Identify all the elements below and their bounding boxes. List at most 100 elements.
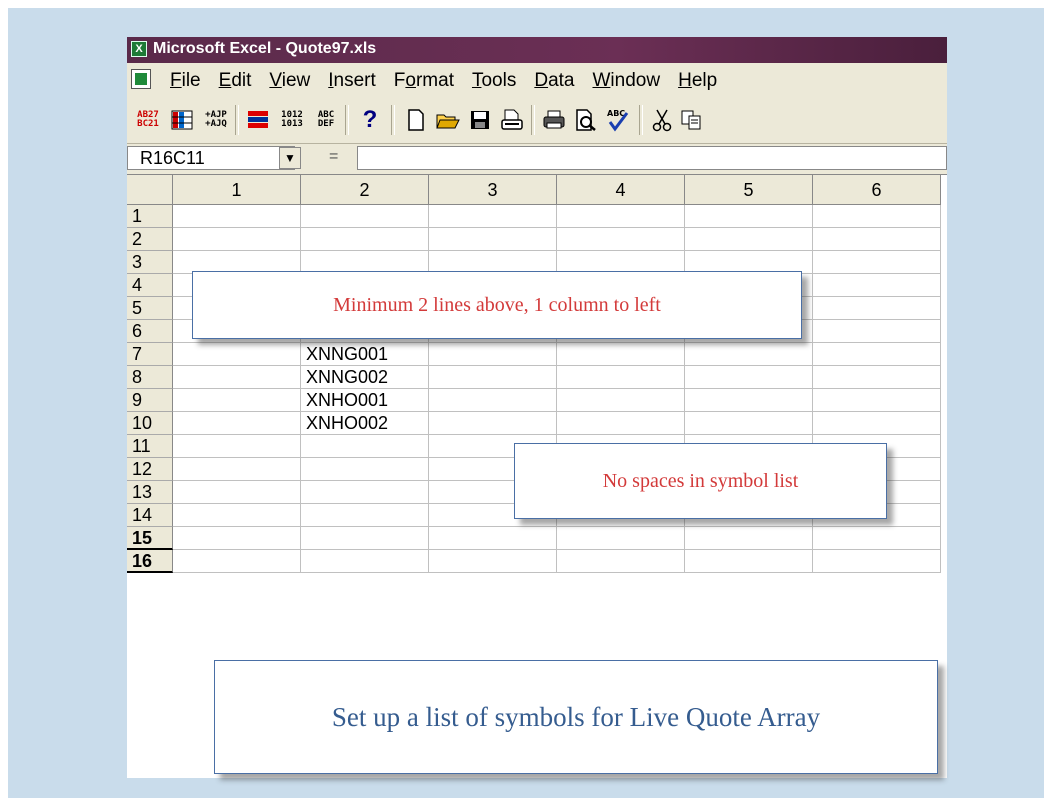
cell-r9c1[interactable] <box>173 389 301 412</box>
cell-r10c1[interactable] <box>173 412 301 435</box>
cell-r9c5[interactable] <box>685 389 813 412</box>
ab-bc-icon[interactable]: AB27 BC21 <box>135 107 161 133</box>
row-header-1[interactable]: 1 <box>127 205 173 228</box>
row-header-12[interactable]: 12 <box>127 458 173 481</box>
row-header-6[interactable]: 6 <box>127 320 173 343</box>
menu-view[interactable]: View <box>260 70 319 92</box>
formula-input[interactable] <box>357 146 947 170</box>
row-header-15[interactable]: 15 <box>127 527 173 550</box>
row-header-14[interactable]: 14 <box>127 504 173 527</box>
cell-r7c6[interactable] <box>813 343 941 366</box>
cell-r15c1[interactable] <box>173 527 301 550</box>
save-as-icon[interactable] <box>499 107 525 133</box>
print-icon[interactable] <box>541 107 567 133</box>
save-icon[interactable] <box>467 107 493 133</box>
number-1012-icon[interactable]: 1012 1013 <box>279 107 305 133</box>
row-header-8[interactable]: 8 <box>127 366 173 389</box>
cell-r9c4[interactable] <box>557 389 685 412</box>
cell-r9c6[interactable] <box>813 389 941 412</box>
cell-r13c2[interactable] <box>301 481 429 504</box>
row-header-7[interactable]: 7 <box>127 343 173 366</box>
spellcheck-icon[interactable]: ABC <box>605 107 631 133</box>
new-document-icon[interactable] <box>403 107 429 133</box>
row-header-13[interactable]: 13 <box>127 481 173 504</box>
cell-r15c4[interactable] <box>557 527 685 550</box>
menu-window[interactable]: Window <box>583 70 669 92</box>
name-box[interactable]: R16C11 <box>127 146 295 170</box>
ajp-ajq-icon[interactable]: +AJP +AJQ <box>203 107 229 133</box>
cell-r10c5[interactable] <box>685 412 813 435</box>
cell-r1c6[interactable] <box>813 205 941 228</box>
row-header-16[interactable]: 16 <box>127 550 173 573</box>
cell-r2c2[interactable] <box>301 228 429 251</box>
cell-r9c3[interactable] <box>429 389 557 412</box>
workbook-icon[interactable] <box>131 69 151 89</box>
cell-r1c1[interactable] <box>173 205 301 228</box>
cell-r7c5[interactable] <box>685 343 813 366</box>
cell-r4c6[interactable] <box>813 274 941 297</box>
select-all-corner[interactable] <box>127 175 173 205</box>
cell-r7c1[interactable] <box>173 343 301 366</box>
row-header-10[interactable]: 10 <box>127 412 173 435</box>
cell-r2c3[interactable] <box>429 228 557 251</box>
cell-r8c1[interactable] <box>173 366 301 389</box>
column-header-5[interactable]: 5 <box>685 175 813 205</box>
color-chart-icon[interactable] <box>245 107 271 133</box>
print-preview-icon[interactable] <box>573 107 599 133</box>
cell-r16c4[interactable] <box>557 550 685 573</box>
menu-data[interactable]: Data <box>525 70 583 92</box>
cell-r7c4[interactable] <box>557 343 685 366</box>
cell-r2c5[interactable] <box>685 228 813 251</box>
open-folder-icon[interactable] <box>435 107 461 133</box>
menu-help[interactable]: Help <box>669 70 726 92</box>
title-bar[interactable]: X Microsoft Excel - Quote97.xls <box>127 37 947 63</box>
cell-r15c5[interactable] <box>685 527 813 550</box>
cell-r8c4[interactable] <box>557 366 685 389</box>
cell-r16c5[interactable] <box>685 550 813 573</box>
grid-icon[interactable] <box>169 107 195 133</box>
cell-r10c4[interactable] <box>557 412 685 435</box>
cell-r10c2[interactable]: XNHO002 <box>301 412 429 435</box>
column-header-6[interactable]: 6 <box>813 175 941 205</box>
cell-r3c6[interactable] <box>813 251 941 274</box>
menu-file[interactable]: File <box>161 70 210 92</box>
cell-r1c3[interactable] <box>429 205 557 228</box>
menu-format[interactable]: Format <box>385 70 463 92</box>
cell-r16c3[interactable] <box>429 550 557 573</box>
row-header-11[interactable]: 11 <box>127 435 173 458</box>
row-header-3[interactable]: 3 <box>127 251 173 274</box>
menu-insert[interactable]: Insert <box>319 70 385 92</box>
cell-r1c4[interactable] <box>557 205 685 228</box>
cell-r6c6[interactable] <box>813 320 941 343</box>
cell-r9c2[interactable]: XNHO001 <box>301 389 429 412</box>
cell-r2c6[interactable] <box>813 228 941 251</box>
formula-equals[interactable]: = <box>329 148 338 166</box>
column-header-2[interactable]: 2 <box>301 175 429 205</box>
cell-r14c2[interactable] <box>301 504 429 527</box>
cell-r7c2[interactable]: XNNG001 <box>301 343 429 366</box>
excel-app-icon[interactable]: X <box>131 41 147 57</box>
row-header-5[interactable]: 5 <box>127 297 173 320</box>
cell-r14c1[interactable] <box>173 504 301 527</box>
cell-r5c6[interactable] <box>813 297 941 320</box>
column-header-3[interactable]: 3 <box>429 175 557 205</box>
row-header-2[interactable]: 2 <box>127 228 173 251</box>
cell-r12c2[interactable] <box>301 458 429 481</box>
abc-def-icon[interactable]: ABC DEF <box>313 107 339 133</box>
column-header-1[interactable]: 1 <box>173 175 301 205</box>
menu-edit[interactable]: Edit <box>210 70 261 92</box>
cell-r10c6[interactable] <box>813 412 941 435</box>
cell-r16c2[interactable] <box>301 550 429 573</box>
cell-r15c2[interactable] <box>301 527 429 550</box>
row-header-9[interactable]: 9 <box>127 389 173 412</box>
cell-r8c3[interactable] <box>429 366 557 389</box>
cell-r1c5[interactable] <box>685 205 813 228</box>
cell-r13c1[interactable] <box>173 481 301 504</box>
cell-r12c1[interactable] <box>173 458 301 481</box>
cell-r15c3[interactable] <box>429 527 557 550</box>
cell-r2c4[interactable] <box>557 228 685 251</box>
cell-r1c2[interactable] <box>301 205 429 228</box>
cell-r7c3[interactable] <box>429 343 557 366</box>
column-header-4[interactable]: 4 <box>557 175 685 205</box>
help-icon[interactable]: ? <box>357 106 383 133</box>
